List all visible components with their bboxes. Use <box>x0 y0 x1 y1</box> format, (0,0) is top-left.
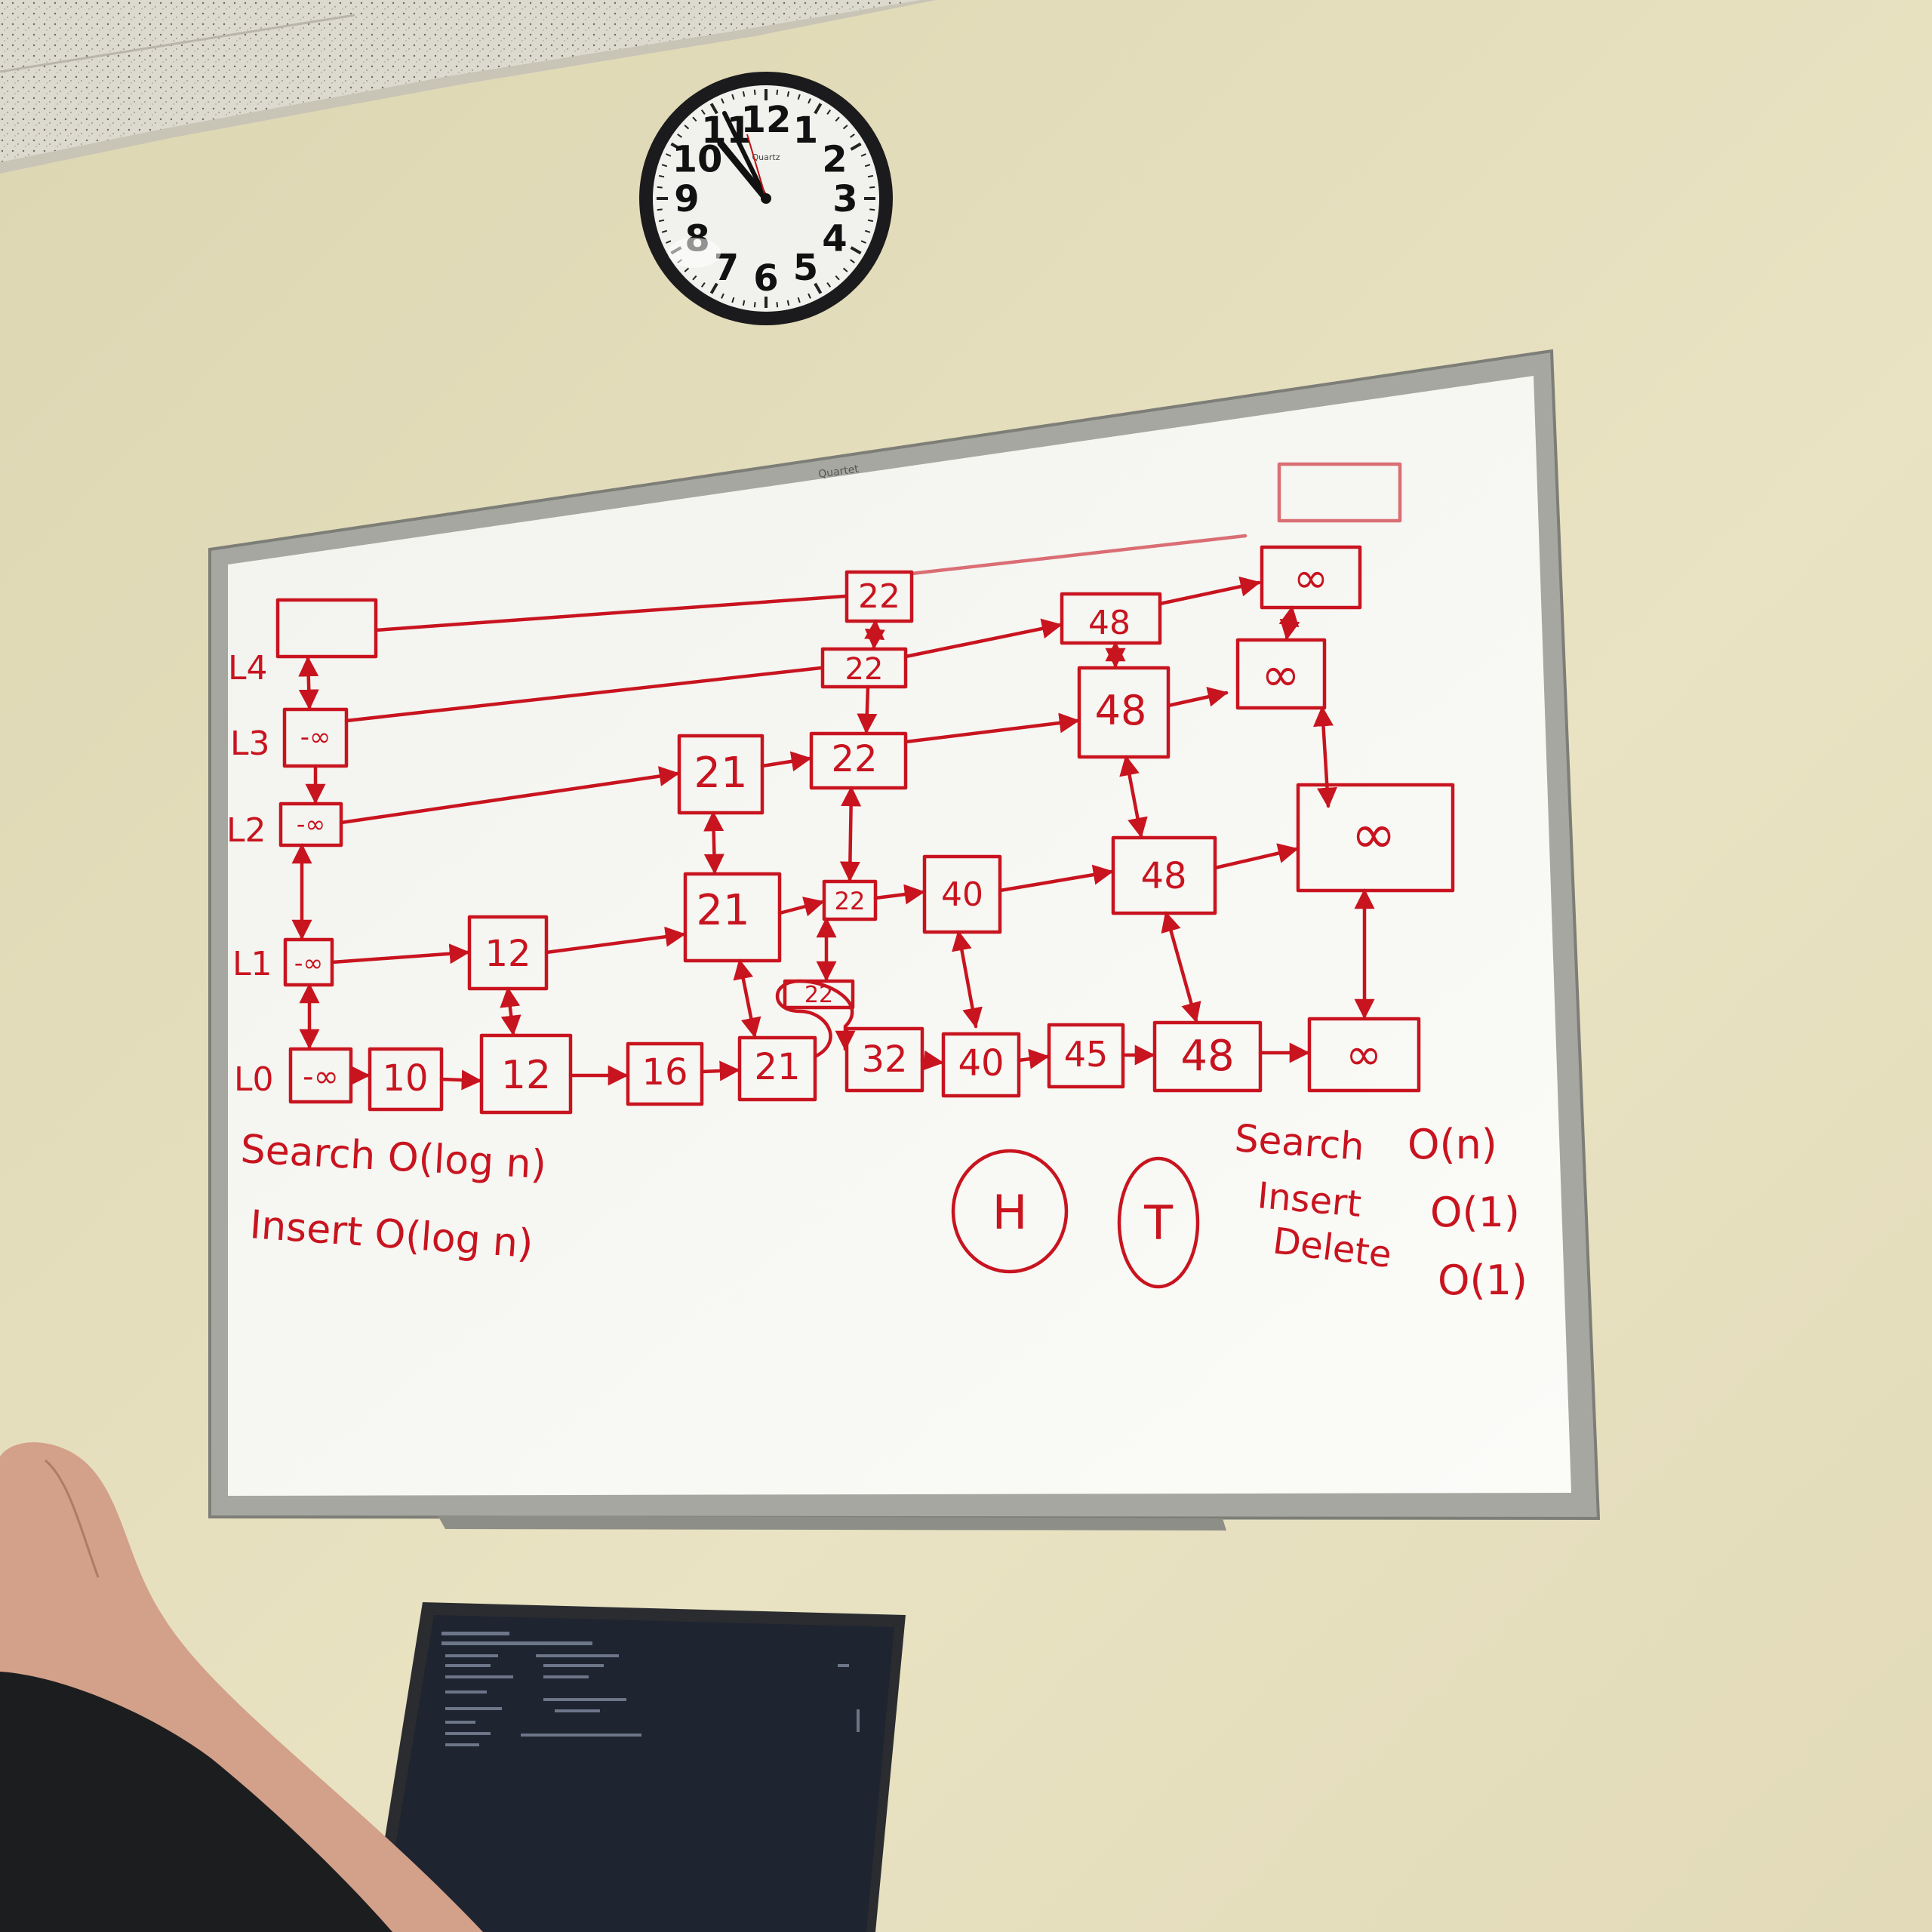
laptop-screen <box>381 1615 894 1932</box>
node-value: 32 <box>861 1038 907 1081</box>
clock-tick <box>742 300 746 306</box>
node-value: 40 <box>958 1042 1004 1084</box>
clock-tick <box>786 300 790 306</box>
clock-numeral: 1 <box>793 109 818 152</box>
node-value: 21 <box>694 749 747 798</box>
node-value: 22 <box>835 887 866 915</box>
head-label: H <box>992 1185 1028 1240</box>
clock-tick <box>742 91 746 97</box>
node-value: 48 <box>1140 855 1186 897</box>
photo-scene: 121234567891011 Quartz Quartet L0 L1 L2 … <box>0 0 1932 1932</box>
clock-tick <box>658 219 665 223</box>
node-value: 22 <box>845 652 884 687</box>
wall-clock: 121234567891011 Quartz <box>639 72 893 325</box>
clock-numeral: 9 <box>674 178 699 220</box>
node-value: -∞ <box>300 722 331 752</box>
note-delete-cost: O(1) <box>1438 1257 1527 1304</box>
clock-numeral: 3 <box>832 178 857 220</box>
node-value: 16 <box>641 1051 688 1094</box>
node-value: ∞ <box>1351 802 1396 866</box>
node-value: 22 <box>831 738 877 780</box>
node-value: 22 <box>858 577 900 616</box>
clock-tick <box>657 208 663 211</box>
clock-tick <box>658 174 665 178</box>
whiteboard-surface <box>228 376 1571 1496</box>
note-insert-label: Insert <box>1256 1174 1363 1226</box>
clock-tick <box>869 186 875 189</box>
node-value: 48 <box>1088 604 1131 642</box>
node-value: 21 <box>696 886 749 935</box>
clock-tick <box>869 208 875 211</box>
node-value: 45 <box>1064 1034 1109 1075</box>
clock-brand: Quartz <box>752 152 780 162</box>
inserted-node-value: 22 <box>804 982 833 1008</box>
level-label-l4: L4 <box>228 649 268 688</box>
clock-numeral: 2 <box>822 139 847 181</box>
node-value: 40 <box>941 875 983 914</box>
level-label-l1: L1 <box>232 945 272 983</box>
clock-tick <box>867 219 874 223</box>
note-insert-cost: O(1) <box>1430 1189 1520 1236</box>
node-value: 12 <box>485 933 531 975</box>
clock-tick <box>867 174 874 178</box>
clock-numeral: 4 <box>822 218 847 260</box>
node-value: 48 <box>1095 687 1147 734</box>
node-value: 21 <box>754 1046 800 1088</box>
note-search-cost: O(n) <box>1407 1121 1497 1168</box>
note-search-label: Search <box>1233 1116 1365 1169</box>
whiteboard: Quartet <box>208 349 1601 1531</box>
level-label-l3: L3 <box>230 724 270 763</box>
node-value: ∞ <box>1346 1029 1382 1080</box>
node-value: 10 <box>382 1057 428 1100</box>
node-value: ∞ <box>1294 554 1329 603</box>
node-value: -∞ <box>303 1060 339 1094</box>
clock-numeral: 6 <box>753 257 778 300</box>
level-label-l0: L0 <box>234 1060 274 1099</box>
node-value: 48 <box>1180 1032 1234 1081</box>
clock-tick <box>657 186 663 189</box>
scene-svg: 121234567891011 Quartz Quartet L0 L1 L2 … <box>0 0 1932 1932</box>
node-value: 12 <box>501 1053 551 1098</box>
node-value: ∞ <box>1261 647 1300 702</box>
clock-numeral: 5 <box>793 247 818 289</box>
node-value: -∞ <box>297 810 325 838</box>
level-label-l2: L2 <box>226 811 266 850</box>
tail-label: T <box>1143 1195 1174 1251</box>
clock-tick <box>786 91 790 97</box>
node-value: -∞ <box>294 949 323 977</box>
laptop <box>370 1602 906 1932</box>
